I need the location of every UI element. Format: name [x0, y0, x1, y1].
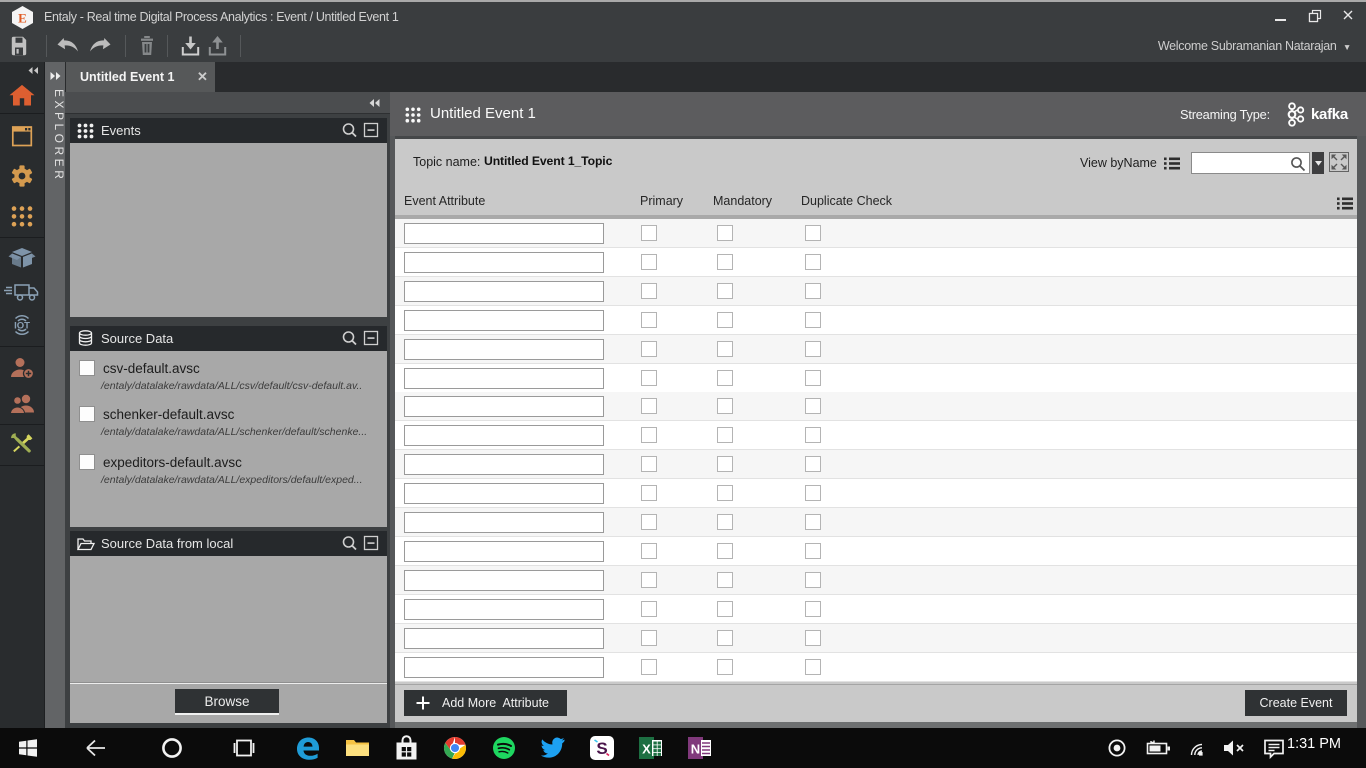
svg-text:N: N [691, 742, 700, 757]
svg-text:E: E [18, 11, 27, 26]
svg-text:IOT: IOT [14, 321, 30, 332]
svg-text:S: S [596, 739, 607, 758]
svg-text:X: X [642, 742, 651, 757]
